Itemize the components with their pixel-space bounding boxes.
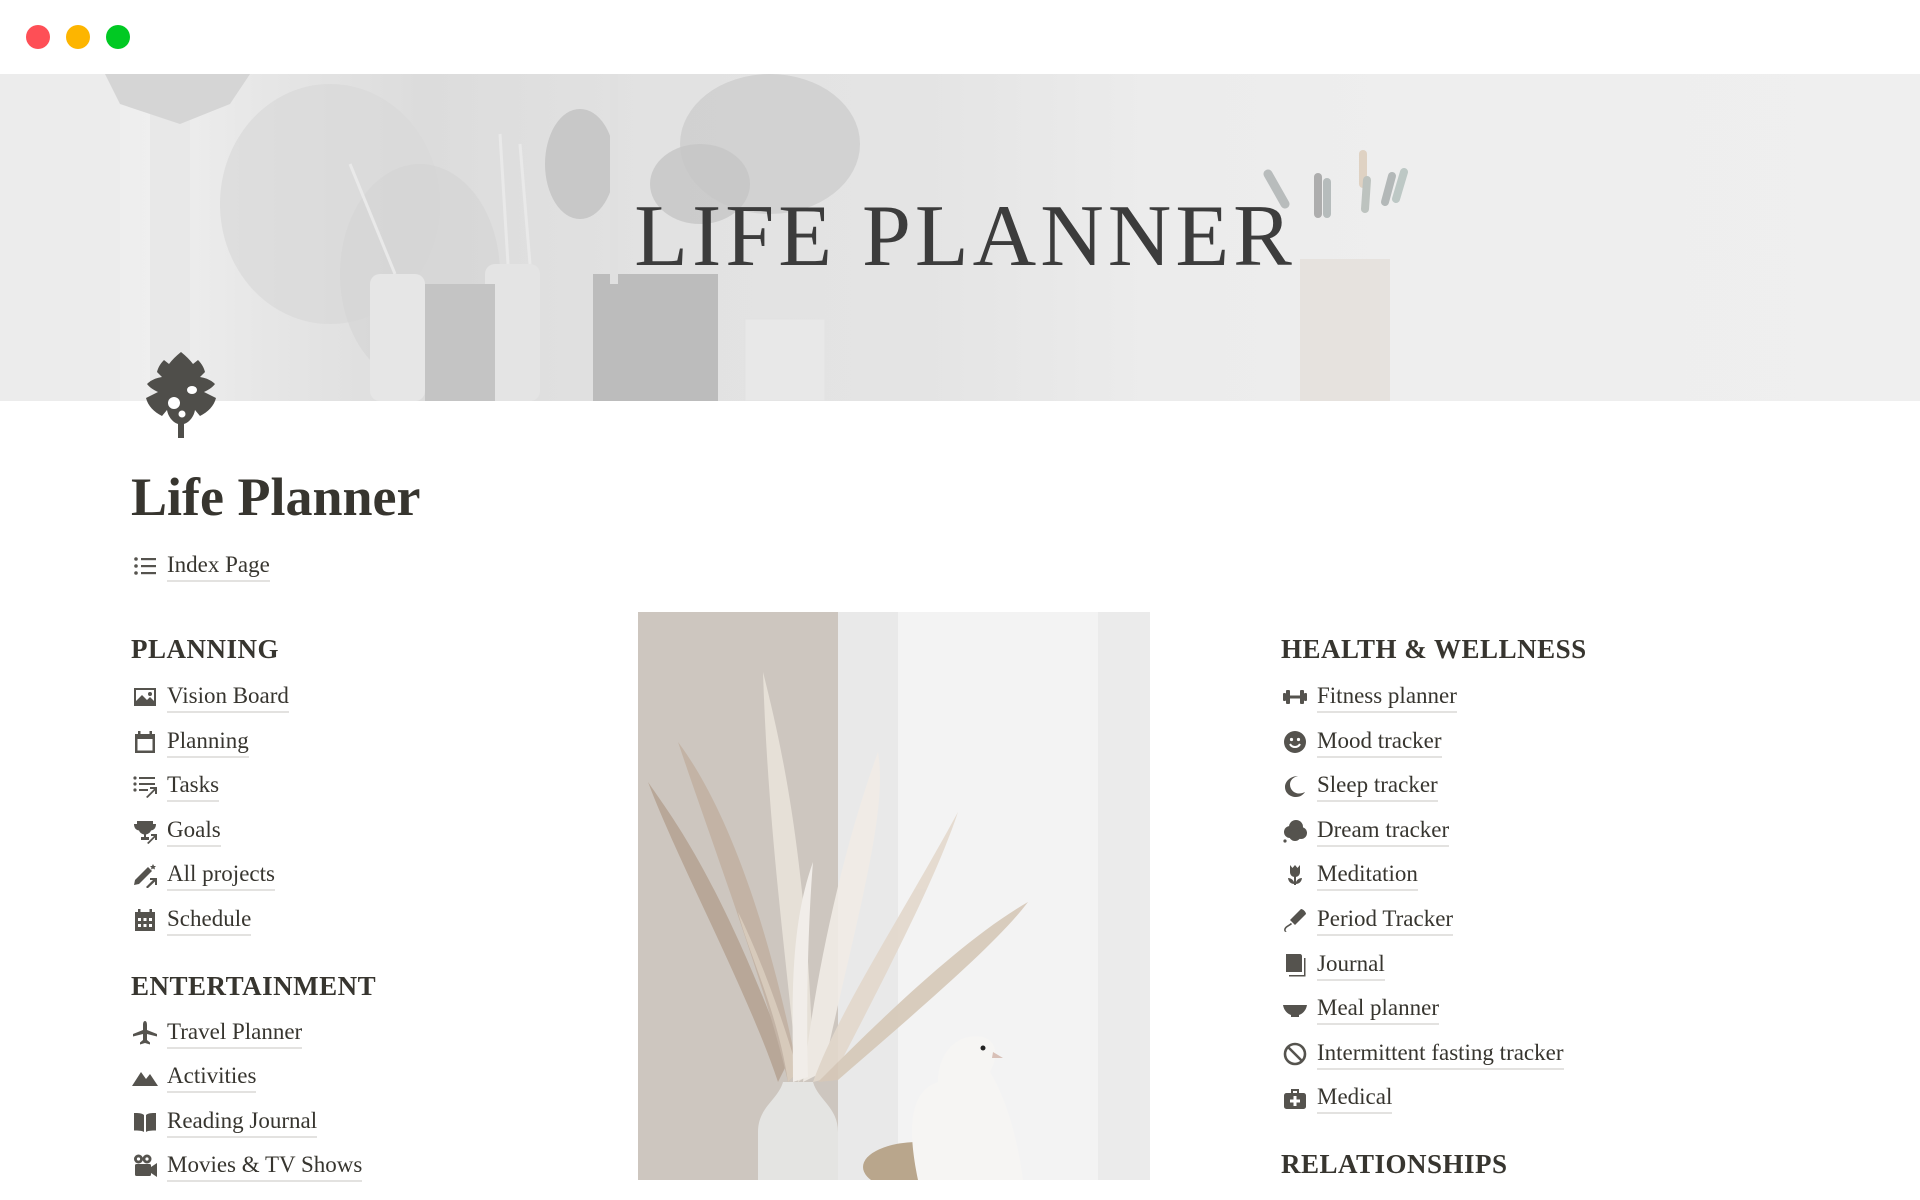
- link-travel-planner[interactable]: Travel Planner: [131, 1013, 303, 1053]
- moon-icon: [1281, 772, 1309, 800]
- link-label[interactable]: Goals: [167, 816, 221, 847]
- link-journal[interactable]: Journal: [1281, 945, 1385, 985]
- book-icon: [131, 1108, 159, 1136]
- page-title: Life Planner: [131, 467, 421, 527]
- airplane-icon: [131, 1019, 159, 1047]
- pencil-icon: [131, 861, 159, 889]
- link-mood-tracker[interactable]: Mood tracker: [1281, 722, 1442, 762]
- link-label[interactable]: Medical: [1317, 1083, 1393, 1114]
- cover-title: LIFE PLANNER: [634, 188, 1296, 285]
- link-label[interactable]: Schedule: [167, 905, 252, 936]
- link-goals[interactable]: Goals: [131, 811, 221, 851]
- close-window-button[interactable]: [26, 25, 50, 49]
- link-label[interactable]: Period Tracker: [1317, 905, 1454, 936]
- link-label[interactable]: Mood tracker: [1317, 727, 1442, 758]
- link-vision-board[interactable]: Vision Board: [131, 677, 289, 717]
- link-label[interactable]: All projects: [167, 860, 275, 891]
- cover-image: LIFE PLANNER: [0, 74, 1920, 401]
- image-icon: [131, 683, 159, 711]
- link-schedule[interactable]: Schedule: [131, 900, 252, 940]
- section-heading-relationships: RELATIONSHIPS: [1281, 1149, 1508, 1179]
- first-aid-kit-icon: [1281, 1084, 1309, 1112]
- tampon-icon: [1281, 906, 1309, 934]
- smiley-icon: [1281, 728, 1309, 756]
- link-fitness-planner[interactable]: Fitness planner: [1281, 677, 1457, 717]
- link-activities[interactable]: Activities: [131, 1057, 257, 1097]
- link-label[interactable]: Reading Journal: [167, 1107, 318, 1138]
- index-page-label[interactable]: Index Page: [167, 551, 270, 582]
- link-label[interactable]: Fitness planner: [1317, 682, 1457, 713]
- link-planning[interactable]: Planning: [131, 722, 249, 762]
- section-heading-health-wellness: HEALTH & WELLNESS: [1281, 634, 1587, 664]
- link-meal-planner[interactable]: Meal planner: [1281, 989, 1439, 1029]
- link-all-projects[interactable]: All projects: [131, 855, 275, 895]
- decor-photo: [638, 612, 1150, 1180]
- link-label[interactable]: Planning: [167, 727, 249, 758]
- link-label[interactable]: Travel Planner: [167, 1018, 303, 1049]
- link-period-tracker[interactable]: Period Tracker: [1281, 900, 1454, 940]
- calendar-grid-icon: [131, 906, 159, 934]
- dumbbell-icon: [1281, 683, 1309, 711]
- link-label[interactable]: Journal: [1317, 950, 1385, 981]
- minimize-window-button[interactable]: [66, 25, 90, 49]
- calendar-icon: [131, 728, 159, 756]
- link-label[interactable]: Dream tracker: [1317, 816, 1450, 847]
- link-movies-tv-shows[interactable]: Movies & TV Shows: [131, 1146, 363, 1186]
- thought-cloud-icon: [1281, 817, 1309, 845]
- link-label[interactable]: Meditation: [1317, 860, 1418, 891]
- lotus-icon: [1281, 861, 1309, 889]
- link-label[interactable]: Vision Board: [167, 682, 289, 713]
- link-meditation[interactable]: Meditation: [1281, 855, 1418, 895]
- link-tasks[interactable]: Tasks: [131, 766, 220, 806]
- link-label[interactable]: Intermittent fasting tracker: [1317, 1039, 1564, 1070]
- link-intermittent-fasting-tracker[interactable]: Intermittent fasting tracker: [1281, 1034, 1564, 1074]
- list-icon: [131, 552, 159, 580]
- monstera-leaf-icon[interactable]: [138, 350, 224, 440]
- window-titlebar: [0, 0, 1920, 74]
- link-label[interactable]: Activities: [167, 1062, 257, 1093]
- link-label[interactable]: Tasks: [167, 771, 220, 802]
- checklist-icon: [131, 772, 159, 800]
- link-dream-tracker[interactable]: Dream tracker: [1281, 811, 1450, 851]
- notebook-icon: [1281, 951, 1309, 979]
- link-reading-journal[interactable]: Reading Journal: [131, 1102, 318, 1142]
- section-heading-planning: PLANNING: [131, 634, 280, 664]
- mountain-icon: [131, 1063, 159, 1091]
- bowl-icon: [1281, 995, 1309, 1023]
- maximize-window-button[interactable]: [106, 25, 130, 49]
- link-label[interactable]: Meal planner: [1317, 994, 1439, 1025]
- pampas-dove-illustration: [638, 612, 1150, 1180]
- video-camera-icon: [131, 1152, 159, 1180]
- section-heading-entertainment: ENTERTAINMENT: [131, 971, 377, 1001]
- link-label[interactable]: Movies & TV Shows: [167, 1151, 363, 1182]
- link-label[interactable]: Sleep tracker: [1317, 771, 1438, 802]
- index-page-link[interactable]: Index Page: [131, 546, 270, 586]
- link-medical[interactable]: Medical: [1281, 1078, 1393, 1118]
- link-sleep-tracker[interactable]: Sleep tracker: [1281, 766, 1438, 806]
- prohibited-icon: [1281, 1040, 1309, 1068]
- trophy-icon: [131, 817, 159, 845]
